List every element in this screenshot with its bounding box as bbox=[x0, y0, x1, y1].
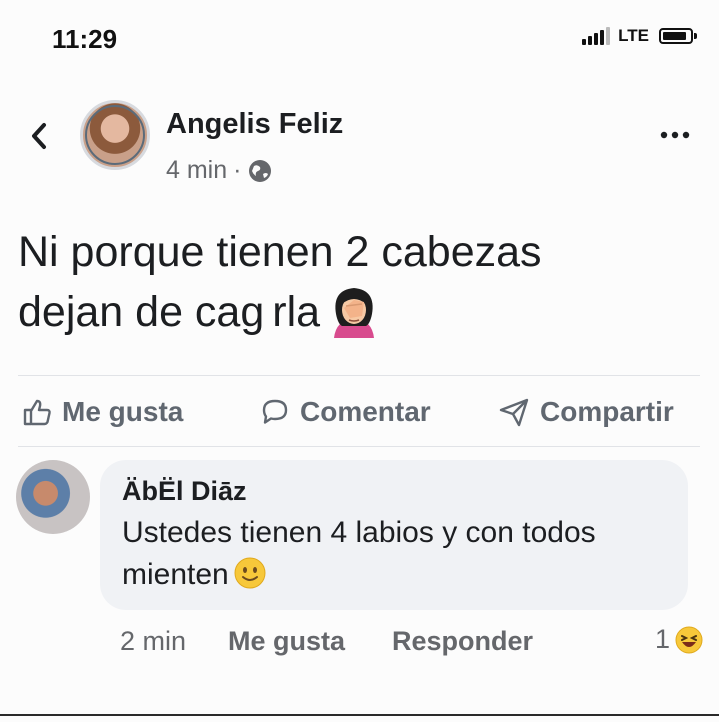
reaction-count: 1 bbox=[654, 624, 670, 654]
share-label: Compartir bbox=[540, 396, 674, 427]
post-text: Ni porque tienen 2 cabezas dejan de cag r… bbox=[18, 222, 708, 342]
woman-facepalming-emoji bbox=[334, 287, 375, 338]
comment-like-button[interactable]: Me gusta bbox=[228, 626, 345, 657]
comment-reply-button[interactable]: Responder bbox=[392, 626, 533, 657]
post-text-line-2-rest: rla bbox=[272, 288, 321, 336]
network-label: LTE bbox=[618, 26, 649, 45]
chevron-left-icon bbox=[32, 123, 46, 149]
more-options-button[interactable] bbox=[655, 120, 695, 150]
more-horizontal-icon bbox=[660, 131, 690, 139]
action-divider-bottom bbox=[18, 446, 700, 447]
thumbs-up-icon bbox=[23, 399, 51, 426]
post-action-bar: Me gusta Comentar Compartir bbox=[18, 384, 708, 440]
comment-button[interactable]: Comentar bbox=[260, 384, 431, 440]
comment-icon bbox=[262, 399, 288, 424]
comment-bubble: ÄbËl Diāz Ustedes tienen 4 labios y con … bbox=[100, 460, 688, 610]
battery-icon bbox=[659, 28, 697, 44]
facebook-post-screen: 11:29 LTE Angelis Feliz 4 min · Ni porqu… bbox=[0, 0, 719, 722]
back-button[interactable] bbox=[22, 114, 56, 158]
post-text-line-2: dejan de cag bbox=[18, 288, 265, 336]
meta-separator: · bbox=[233, 156, 242, 184]
share-button[interactable]: Compartir bbox=[498, 384, 674, 440]
comment-reaction[interactable]: 1 bbox=[655, 624, 704, 655]
author-avatar[interactable] bbox=[80, 100, 150, 170]
slightly-smiling-face-emoji bbox=[234, 557, 266, 589]
comment-label: Comentar bbox=[300, 396, 431, 427]
post-meta: 4 min · bbox=[166, 156, 273, 185]
like-label: Me gusta bbox=[62, 396, 184, 427]
commenter-name[interactable]: ÄbËl Diāz bbox=[122, 476, 247, 507]
post-timestamp[interactable]: 4 min bbox=[166, 156, 227, 185]
status-indicators: LTE bbox=[582, 26, 697, 46]
bottom-border bbox=[0, 714, 719, 716]
comment-footer: 2 min Me gusta Responder 1 bbox=[120, 622, 710, 662]
post-text-line-2-wrap: dejan de cag rla bbox=[18, 282, 708, 342]
status-time: 11:29 bbox=[52, 24, 118, 54]
commenter-avatar[interactable] bbox=[16, 460, 90, 534]
post-author-name[interactable]: Angelis Feliz bbox=[166, 108, 343, 141]
status-bar: 11:29 LTE bbox=[0, 0, 719, 80]
signal-icon bbox=[582, 27, 611, 45]
comment-text-wrap: Ustedes tienen 4 labios y con todos mien… bbox=[122, 512, 682, 596]
post-text-line-1: Ni porque tienen 2 cabezas bbox=[18, 228, 542, 276]
action-divider-top bbox=[18, 375, 700, 376]
share-icon bbox=[499, 398, 529, 427]
comment-timestamp[interactable]: 2 min bbox=[120, 626, 186, 657]
comment-text: Ustedes tienen 4 labios y con todos mien… bbox=[122, 516, 596, 591]
laughing-face-emoji bbox=[675, 626, 703, 653]
globe-icon bbox=[249, 159, 272, 182]
like-button[interactable]: Me gusta bbox=[22, 384, 183, 440]
